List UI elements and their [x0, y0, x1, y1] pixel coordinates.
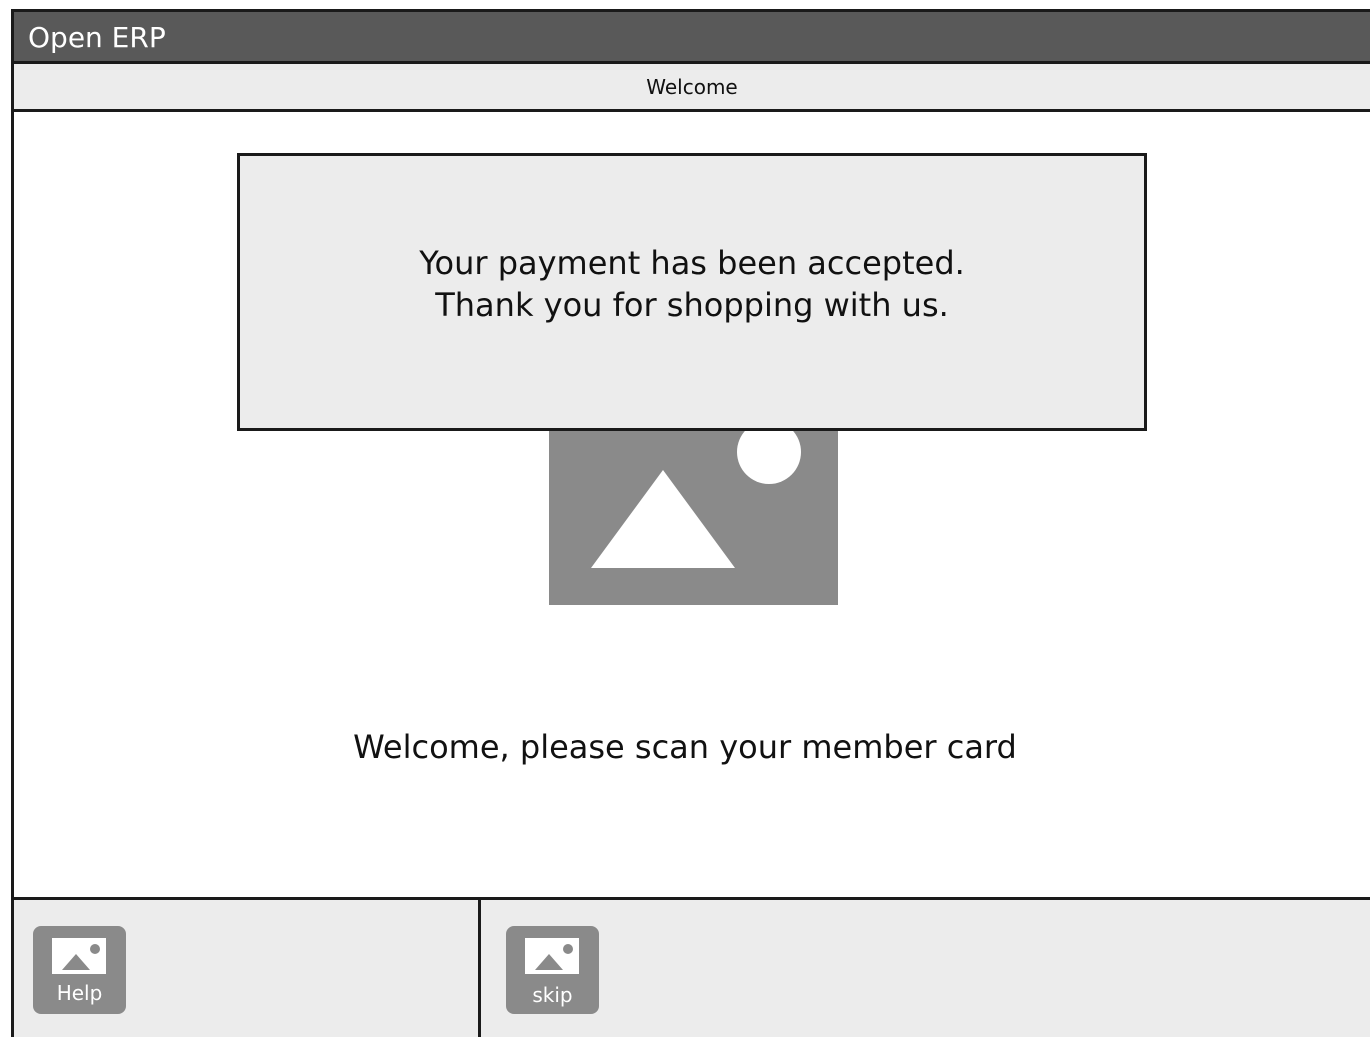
image-icon-sun [563, 944, 573, 954]
image-icon-mountain [62, 954, 90, 970]
payment-message-line2: Thank you for shopping with us. [435, 286, 949, 324]
image-icon-sun [90, 944, 100, 954]
tab-welcome[interactable]: Welcome [14, 75, 1370, 99]
image-placeholder-icon [549, 420, 838, 605]
pos-screen: Open ERP Welcome Your payment has been a… [0, 0, 1370, 1037]
window-title: Open ERP [28, 21, 166, 54]
title-bar: Open ERP [11, 9, 1370, 64]
skip-button[interactable]: skip [506, 926, 599, 1014]
skip-button-label: skip [532, 983, 573, 1007]
help-button-label: Help [56, 981, 103, 1005]
help-button[interactable]: Help [33, 926, 126, 1014]
bottom-action-bar [11, 897, 1370, 1037]
scan-member-card-prompt: Welcome, please scan your member card [353, 728, 1017, 766]
payment-message-line1: Your payment has been accepted. [419, 244, 965, 282]
tab-bar: Welcome [11, 64, 1370, 112]
payment-message: Your payment has been accepted. Thank yo… [240, 242, 1144, 326]
image-icon [52, 938, 106, 974]
bottom-bar-divider [478, 899, 481, 1037]
image-icon-mountain [535, 954, 563, 970]
payment-accepted-dialog: Your payment has been accepted. Thank yo… [237, 153, 1147, 431]
window-frame-left [11, 9, 14, 1037]
image-icon [525, 938, 579, 974]
image-placeholder-mountain [591, 470, 735, 568]
